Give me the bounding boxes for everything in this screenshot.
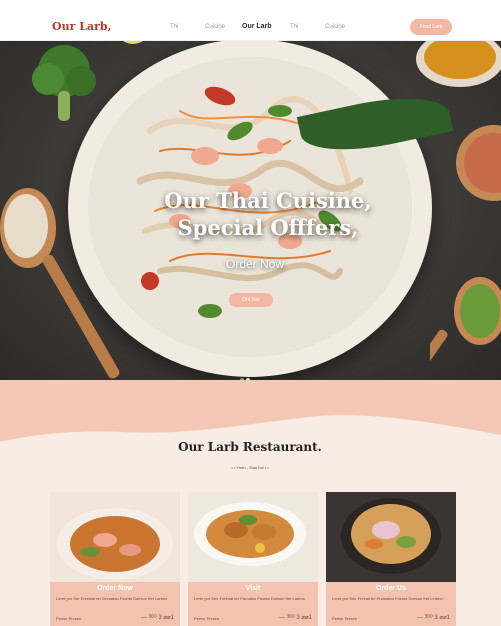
card-text: Lerer por Seir Freinal ter Pramatou Fosn… bbox=[332, 596, 443, 601]
card-footer-left: Peesn Tecsen bbox=[194, 616, 220, 621]
nav-link-cuisine-2[interactable]: Cuisine bbox=[325, 24, 345, 30]
section-title: Our Larb Restaurant. bbox=[178, 440, 322, 454]
card-footer-right: — ᴲᴰᴼ 3 ⌀⌀1 bbox=[140, 615, 174, 621]
card-footer-left: Peesn Tecsen bbox=[56, 616, 82, 621]
card-visit[interactable]: Visit Lerer por Seir Freenal ter Prenato… bbox=[188, 492, 318, 626]
card-footer-right: — ᴲᴰᴼ 3 ⌀⌀1 bbox=[416, 615, 450, 621]
hero-title-line-2: Special Offfers, bbox=[177, 215, 359, 240]
section-subtitle: • • Yhen - Sidn hal • • bbox=[231, 465, 269, 470]
card-footer-left: Peesn Tecsen bbox=[332, 616, 358, 621]
card-title: Order Us bbox=[376, 585, 406, 592]
hero-banner: Our Thai Cuisine, Special Offfers, Order… bbox=[0, 41, 501, 380]
card-text: Lerer por Ser Freeinal ter Grenatou Fosn… bbox=[56, 596, 168, 601]
wooden-spoon-right bbox=[430, 277, 501, 380]
wooden-spoon-left bbox=[0, 188, 120, 379]
card-image-bowl bbox=[326, 492, 456, 582]
card-footer-right: — ᴲᴰᴼ 3 ⌀⌀1 bbox=[278, 615, 312, 621]
nav-link-our-larb[interactable]: Our Larb bbox=[242, 23, 272, 30]
card-title: Order Now bbox=[97, 585, 133, 592]
broccoli-image bbox=[32, 45, 96, 121]
hero-title: Our Thai Cuisine, Special Offfers, bbox=[148, 187, 388, 241]
card-text: Lerer por Seir Freenal ter Prenatou Fosn… bbox=[194, 596, 305, 601]
nav-link-cuisine[interactable]: Cuisine bbox=[205, 24, 225, 30]
nav-link-1[interactable]: Thi bbox=[170, 24, 178, 30]
hero-title-line-1: Our Thai Cuisine, bbox=[164, 188, 372, 213]
card-title: Visit bbox=[245, 585, 261, 592]
site-logo[interactable]: Our Larb, bbox=[52, 20, 111, 33]
restaurant-section: Our Larb Restaurant. • • Yhen - Sidn hal… bbox=[0, 380, 501, 626]
hero-order-button[interactable]: Ord Nor bbox=[229, 293, 273, 307]
card-order-now[interactable]: Order Now Lerer por Ser Freeinal ter Gre… bbox=[50, 492, 180, 626]
card-order-us[interactable]: Order Us Lerer por Seir Freinal ter Pram… bbox=[326, 492, 456, 626]
top-navigation: Our Larb, Thi Cuisine Our Larb Thi Cuisi… bbox=[0, 0, 501, 41]
hero-order-now[interactable]: Order Now bbox=[200, 257, 310, 271]
nav-cta-button[interactable]: Food Larb bbox=[410, 19, 452, 35]
carousel-dots bbox=[240, 369, 252, 380]
lemon-image bbox=[123, 41, 143, 44]
card-image-noodles bbox=[50, 492, 180, 582]
curry-bowl bbox=[416, 41, 501, 87]
nav-link-4[interactable]: Thi bbox=[290, 24, 298, 30]
card-image-plate bbox=[188, 492, 318, 582]
spice-bowl bbox=[456, 125, 501, 201]
